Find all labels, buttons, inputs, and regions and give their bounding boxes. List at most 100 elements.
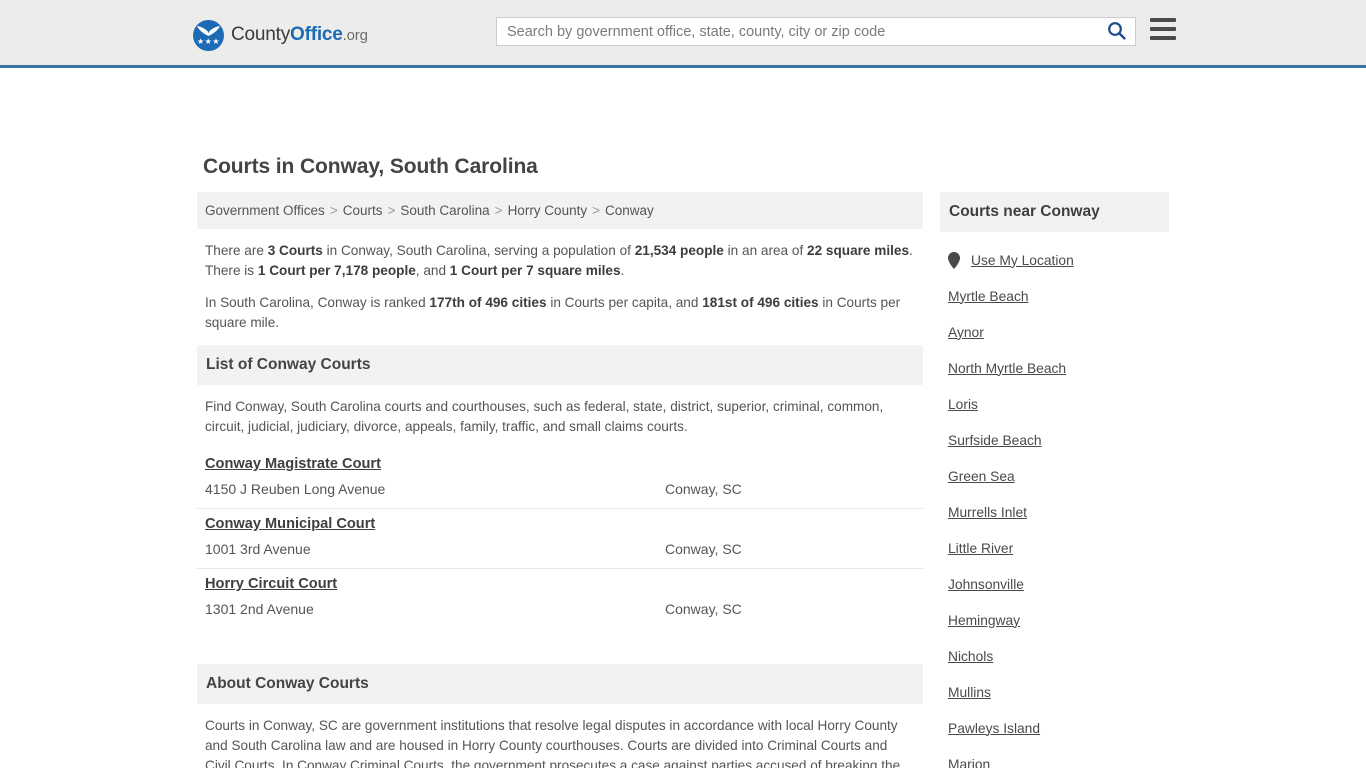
search-input[interactable]: [497, 18, 1097, 45]
site-header: ★★★ CountyOffice.org: [0, 0, 1366, 68]
sidebar-city-link[interactable]: North Myrtle Beach: [948, 361, 1066, 376]
sidebar-item-north-myrtle-beach[interactable]: North Myrtle Beach: [948, 350, 1169, 386]
court-list: Conway Magistrate Court 4150 J Reuben Lo…: [197, 449, 923, 629]
breadcrumb-item-conway: Conway: [604, 203, 654, 218]
breadcrumb-item-horry-county[interactable]: Horry County: [508, 203, 588, 218]
hamburger-bar: [1150, 27, 1176, 31]
logo-text-office: Office: [290, 24, 343, 45]
sidebar-city-link[interactable]: Myrtle Beach: [948, 289, 1029, 304]
sidebar-item-marion[interactable]: Marion: [948, 746, 1169, 768]
breadcrumb-separator: >: [387, 203, 396, 218]
sidebar-city-link[interactable]: Murrells Inlet: [948, 505, 1027, 520]
intro-paragraph-2: In South Carolina, Conway is ranked 177t…: [205, 293, 915, 333]
list-section-description: Find Conway, South Carolina courts and c…: [205, 399, 884, 434]
map-pin-icon: [948, 251, 962, 269]
stat-court-count: 3 Courts: [267, 243, 323, 258]
search-icon: [1107, 21, 1126, 43]
court-city-state: Conway, SC: [665, 541, 742, 557]
intro-text: in an area of: [723, 243, 808, 258]
intro-text: .: [620, 263, 625, 278]
list-section-description-wrap: Find Conway, South Carolina courts and c…: [197, 385, 923, 437]
intro-text: In South Carolina, Conway is ranked: [205, 295, 430, 310]
sidebar-item-johnsonville[interactable]: Johnsonville: [948, 566, 1169, 602]
sidebar-city-link[interactable]: Nichols: [948, 649, 993, 664]
about-section-body: Courts in Conway, SC are government inst…: [197, 704, 923, 768]
breadcrumb-item-government-offices[interactable]: Government Offices: [205, 203, 325, 218]
sidebar-city-link[interactable]: Surfside Beach: [948, 433, 1042, 448]
breadcrumb-separator: >: [592, 203, 600, 218]
section-header-about-courts: About Conway Courts: [197, 664, 923, 704]
stat-rank-per-capita: 177th of 496 cities: [429, 295, 547, 310]
stat-court-per-area: 1 Court per 7 square miles: [449, 263, 621, 278]
site-logo[interactable]: ★★★ CountyOffice.org: [193, 19, 368, 51]
intro-statistics: There are 3 Courts in Conway, South Caro…: [197, 229, 923, 333]
court-city-state: Conway, SC: [665, 601, 742, 617]
hamburger-bar: [1150, 18, 1176, 22]
logo-text-county: County: [231, 24, 291, 45]
countyoffice-eagle-logo-icon: ★★★: [193, 19, 224, 51]
sidebar-item-little-river[interactable]: Little River: [948, 530, 1169, 566]
search-button[interactable]: [1097, 18, 1135, 45]
search-bar: [496, 17, 1136, 46]
court-name-link[interactable]: Horry Circuit Court: [205, 576, 337, 592]
sidebar-item-myrtle-beach[interactable]: Myrtle Beach: [948, 278, 1169, 314]
breadcrumb-item-south-carolina[interactable]: South Carolina: [400, 203, 489, 218]
sidebar-title: Courts near Conway: [949, 203, 1100, 220]
court-street-address: 4150 J Reuben Long Avenue: [205, 481, 386, 497]
table-row[interactable]: Conway Magistrate Court 4150 J Reuben Lo…: [197, 449, 923, 509]
court-name-link[interactable]: Conway Municipal Court: [205, 516, 375, 532]
sidebar-item-mullins[interactable]: Mullins: [948, 674, 1169, 710]
logo-wordmark: CountyOffice.org: [231, 24, 368, 46]
sidebar-city-link[interactable]: Marion: [948, 757, 990, 768]
intro-text: , and: [415, 263, 450, 278]
sidebar-city-list: Use My Location Myrtle Beach Aynor North…: [940, 232, 1169, 768]
sidebar-item-murrells-inlet[interactable]: Murrells Inlet: [948, 494, 1169, 530]
intro-text: in Conway, South Carolina, serving a pop…: [322, 243, 635, 258]
page-title: Courts in Conway, South Carolina: [203, 155, 538, 178]
use-my-location-link[interactable]: Use My Location: [971, 253, 1074, 268]
table-row[interactable]: Conway Municipal Court 1001 3rd Avenue C…: [197, 509, 923, 569]
breadcrumb-separator: >: [494, 203, 503, 218]
intro-text: in Courts per capita, and: [546, 295, 703, 310]
breadcrumb-item-courts[interactable]: Courts: [343, 203, 383, 218]
sidebar-item-green-sea[interactable]: Green Sea: [948, 458, 1169, 494]
sidebar-courts-near: Courts near Conway Use My Location Myrtl…: [940, 192, 1169, 768]
sidebar-city-link[interactable]: Loris: [948, 397, 978, 412]
sidebar-item-pawleys-island[interactable]: Pawleys Island: [948, 710, 1169, 746]
court-street-address: 1301 2nd Avenue: [205, 601, 314, 617]
sidebar-city-link[interactable]: Little River: [948, 541, 1013, 556]
sidebar-item-aynor[interactable]: Aynor: [948, 314, 1169, 350]
sidebar-item-nichols[interactable]: Nichols: [948, 638, 1169, 674]
court-address-line: 1001 3rd Avenue Conway, SC: [205, 537, 915, 557]
intro-paragraph-1: There are 3 Courts in Conway, South Caro…: [205, 241, 915, 281]
court-address-line: 1301 2nd Avenue Conway, SC: [205, 597, 915, 617]
sidebar-city-link[interactable]: Green Sea: [948, 469, 1015, 484]
section-title: List of Conway Courts: [206, 356, 371, 373]
section-title: About Conway Courts: [206, 675, 369, 692]
breadcrumb-separator: >: [329, 203, 338, 218]
sidebar-city-link[interactable]: Aynor: [948, 325, 984, 340]
sidebar-city-link[interactable]: Mullins: [948, 685, 991, 700]
court-name-link[interactable]: Conway Magistrate Court: [205, 456, 381, 472]
hamburger-menu-icon[interactable]: [1150, 18, 1176, 40]
sidebar-city-link[interactable]: Pawleys Island: [948, 721, 1040, 736]
breadcrumb: Government Offices > Courts > South Carolina…: [197, 192, 923, 229]
main-content-column: Government Offices > Courts > South Carolina…: [197, 192, 923, 768]
stat-court-per-people: 1 Court per 7,178 people: [257, 263, 416, 278]
stat-rank-per-square-mile: 181st of 496 cities: [702, 295, 819, 310]
sidebar-item-use-my-location[interactable]: Use My Location: [948, 242, 1169, 278]
section-header-list-of-courts: List of Conway Courts: [197, 345, 923, 385]
sidebar-item-surfside-beach[interactable]: Surfside Beach: [948, 422, 1169, 458]
stat-population: 21,534 people: [634, 243, 724, 258]
sidebar-item-loris[interactable]: Loris: [948, 386, 1169, 422]
intro-text: There are: [205, 243, 268, 258]
court-address-line: 4150 J Reuben Long Avenue Conway, SC: [205, 477, 915, 497]
logo-stars-icon: ★★★: [196, 36, 220, 46]
sidebar-city-link[interactable]: Johnsonville: [948, 577, 1024, 592]
sidebar-item-hemingway[interactable]: Hemingway: [948, 602, 1169, 638]
stat-area: 22 square miles: [807, 243, 910, 258]
table-row[interactable]: Horry Circuit Court 1301 2nd Avenue Conw…: [197, 569, 923, 629]
logo-text-org: .org: [342, 27, 368, 44]
sidebar-city-link[interactable]: Hemingway: [948, 613, 1020, 628]
sidebar-header: Courts near Conway: [940, 192, 1169, 232]
